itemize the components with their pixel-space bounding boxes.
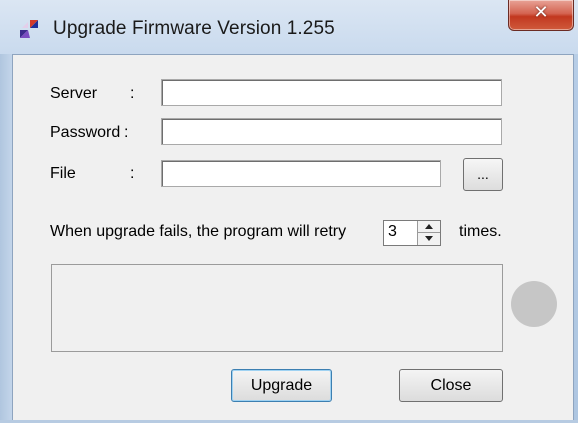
dialog-body: Server : Password : File : ... When upgr… [12, 54, 574, 422]
status-indicator-icon [511, 281, 557, 327]
upgrade-button[interactable]: Upgrade [231, 369, 332, 402]
server-label: Server [50, 85, 98, 102]
window-left-border [0, 54, 12, 423]
file-path-input[interactable] [161, 160, 441, 187]
status-message-box [51, 264, 503, 352]
close-icon: ✕ [533, 2, 549, 23]
window-title: Upgrade Firmware Version 1.255 [53, 18, 335, 39]
retry-count-value[interactable]: 3 [388, 223, 397, 241]
arrow-down-icon [425, 235, 433, 241]
window-close-button[interactable]: ✕ [508, 0, 574, 31]
file-colon: : [130, 165, 135, 182]
password-input[interactable] [161, 118, 502, 145]
password-label: Password [50, 124, 121, 141]
stepper-down-button[interactable] [418, 233, 440, 245]
app-logo-icon [18, 18, 40, 40]
stepper-buttons [417, 221, 440, 245]
retry-suffix-text: times. [459, 223, 502, 240]
browse-file-button[interactable]: ... [463, 158, 503, 191]
stepper-up-button[interactable] [418, 221, 440, 233]
retry-prefix-text: When upgrade fails, the program will ret… [50, 223, 347, 240]
close-button[interactable]: Close [399, 369, 503, 402]
file-label: File [50, 165, 76, 182]
server-colon: : [130, 85, 135, 102]
upgrade-firmware-dialog: Upgrade Firmware Version 1.255 ✕ Server … [0, 0, 578, 423]
server-input[interactable] [161, 79, 502, 106]
title-bar[interactable]: Upgrade Firmware Version 1.255 ✕ [0, 0, 578, 54]
password-colon: : [124, 124, 129, 141]
retry-count-stepper[interactable]: 3 [383, 220, 441, 246]
arrow-up-icon [425, 223, 433, 229]
